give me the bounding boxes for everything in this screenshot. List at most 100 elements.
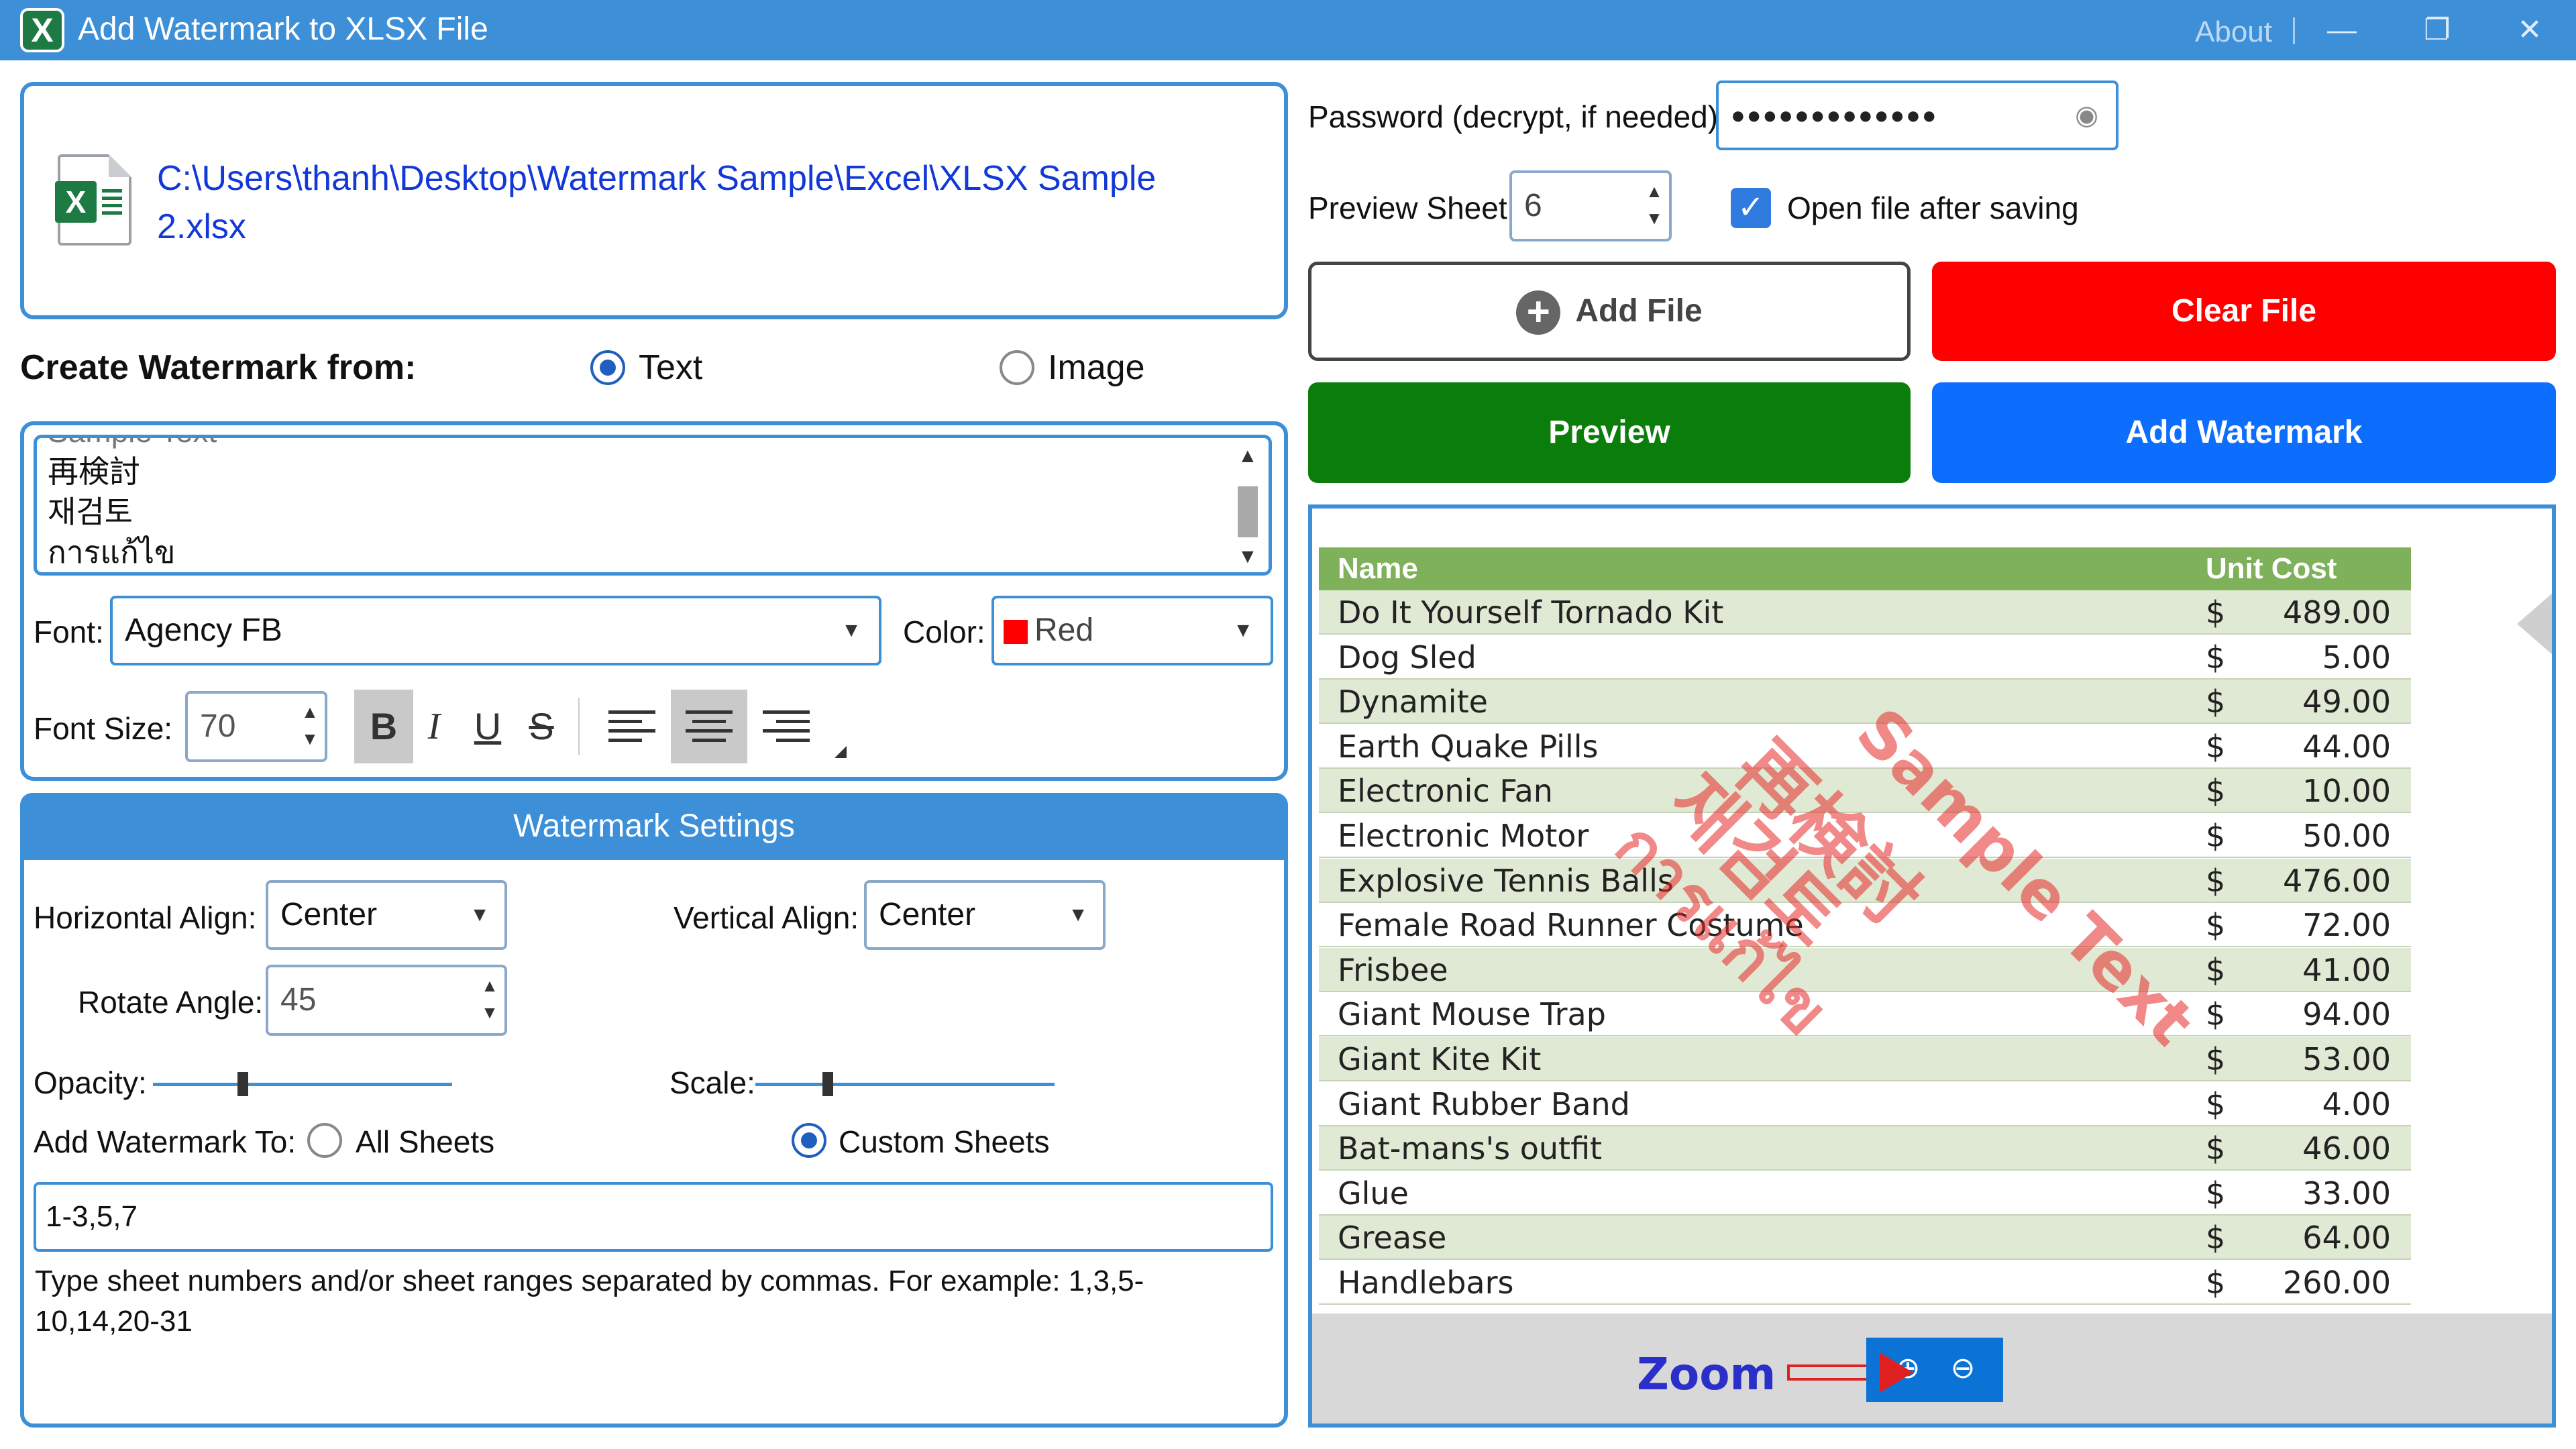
color-label: Color: (903, 614, 985, 649)
row-currency: $ (2206, 951, 2226, 988)
add-watermark-button[interactable]: Add Watermark (1932, 382, 2556, 483)
row-name: Giant Mouse Trap (1338, 996, 1606, 1033)
scroll-down-icon[interactable]: ▼ (1238, 545, 1258, 568)
all-sheets-radio[interactable] (307, 1123, 342, 1158)
custom-sheets-radio[interactable] (792, 1123, 826, 1158)
align-left-button[interactable] (600, 690, 664, 763)
preview-pane[interactable]: Name Unit Cost Do It Yourself Tornado Ki… (1308, 504, 2556, 1428)
row-name: Bat-mans's outfit (1338, 1130, 1603, 1167)
bold-icon: B (370, 705, 398, 747)
all-sheets-label[interactable]: All Sheets (356, 1123, 494, 1161)
collapse-arrow-icon[interactable] (2517, 589, 2552, 659)
sheet-range-hint: Type sheet numbers and/or sheet ranges s… (35, 1265, 1144, 1338)
clear-file-button[interactable]: Clear File (1932, 262, 2556, 361)
row-name: Electronic Motor (1338, 818, 1589, 854)
font-size-value: 70 (200, 708, 236, 744)
eye-icon[interactable]: ◉ (2075, 83, 2100, 148)
custom-sheets-label[interactable]: Custom Sheets (839, 1123, 1049, 1161)
table-row: Glue $33.00 (1319, 1171, 2411, 1216)
row-currency: $ (2206, 1220, 2226, 1256)
row-currency: $ (2206, 1041, 2226, 1077)
font-size-stepper[interactable]: 70 ▲ ▼ (185, 691, 327, 762)
excel-app-icon: X (20, 8, 64, 52)
close-icon: ✕ (2517, 13, 2542, 46)
rotate-angle-stepper[interactable]: 45 ▲ ▼ (266, 965, 507, 1036)
open-after-label[interactable]: Open file after saving (1787, 189, 2079, 227)
vertical-align-dropdown[interactable]: Center ▼ (864, 880, 1106, 950)
table-row: Giant Mouse Trap $94.00 (1319, 992, 2411, 1037)
xlsx-file-icon: X (55, 154, 131, 246)
strikethrough-icon: S (529, 705, 554, 747)
underline-button[interactable]: U (463, 690, 513, 763)
open-after-checkbox[interactable]: ✓ (1731, 188, 1771, 228)
minimize-icon: — (2327, 13, 2357, 46)
row-cost: 94.00 (2302, 996, 2391, 1033)
color-swatch (1004, 620, 1028, 644)
maximize-icon: ❐ (2424, 13, 2451, 46)
watermark-text-input[interactable]: Sample Text 再検討 재검토 การแก้ไข ▲ ▼ (34, 435, 1272, 576)
spin-up-icon[interactable]: ▲ (299, 702, 321, 722)
opacity-slider-thumb[interactable] (237, 1072, 248, 1096)
text-radio[interactable] (590, 350, 625, 385)
close-button[interactable]: ✕ (2500, 7, 2560, 54)
italic-button[interactable]: I (409, 690, 459, 763)
row-cost: 4.00 (2322, 1085, 2391, 1122)
spin-up-icon[interactable]: ▲ (479, 975, 500, 996)
row-cost: 49.00 (2302, 684, 2391, 720)
bold-button[interactable]: B (354, 690, 413, 763)
row-currency: $ (2206, 1265, 2226, 1301)
align-center-button[interactable] (671, 690, 747, 763)
row-cost: 5.00 (2322, 639, 2391, 676)
resize-grip-icon[interactable] (835, 746, 847, 758)
text-radio-label[interactable]: Text (639, 349, 702, 386)
row-name: Earth Quake Pills (1338, 728, 1599, 765)
row-currency: $ (2206, 907, 2226, 944)
preview-button[interactable]: Preview (1308, 382, 1911, 483)
maximize-button[interactable]: ❐ (2407, 7, 2467, 54)
table-row: Frisbee $41.00 (1319, 947, 2411, 992)
spin-down-icon[interactable]: ▼ (479, 1002, 500, 1022)
preview-sheet-stepper[interactable]: 6 ▲ ▼ (1509, 170, 1672, 241)
file-path: C:\Users\thanh\Desktop\Watermark Sample\… (157, 159, 1157, 246)
watermark-line-4: การแก้ไข (48, 535, 176, 570)
title-bar: X Add Watermark to XLSX File About — ❐ ✕ (0, 0, 2576, 60)
horizontal-align-dropdown[interactable]: Center ▼ (266, 880, 507, 950)
plus-circle-icon: + (1516, 290, 1561, 335)
strikethrough-button[interactable]: S (517, 690, 566, 763)
font-dropdown[interactable]: Agency FB ▼ (110, 596, 881, 665)
align-right-button[interactable] (754, 690, 818, 763)
table-row: Dynamite $49.00 (1319, 680, 2411, 724)
add-file-button[interactable]: + Add File (1308, 262, 1911, 361)
row-currency: $ (2206, 996, 2226, 1033)
font-size-label: Font Size: (34, 711, 173, 746)
settings-header: Watermark Settings (20, 793, 1288, 860)
zoom-out-icon[interactable]: ⊖ (1945, 1351, 1980, 1386)
image-radio[interactable] (1000, 350, 1034, 385)
password-field[interactable]: ●●●●●●●●●●●●● ◉ (1716, 80, 2118, 150)
spin-up-icon[interactable]: ▲ (1644, 181, 1665, 201)
spin-down-icon[interactable]: ▼ (1644, 208, 1665, 228)
about-link[interactable]: About (2195, 15, 2272, 50)
color-dropdown[interactable]: Red ▼ (991, 596, 1273, 665)
spin-down-icon[interactable]: ▼ (299, 729, 321, 749)
font-label: Font: (34, 614, 104, 649)
row-name: Dynamite (1338, 684, 1488, 720)
sheet-range-input[interactable]: 1-3,5,7 (34, 1182, 1273, 1252)
rotate-angle-value: 45 (280, 982, 317, 1018)
row-name: Dog Sled (1338, 639, 1477, 676)
create-from-label: Create Watermark from: (20, 348, 417, 387)
header-unit-cost: Unit Cost (2206, 552, 2337, 585)
row-cost: 10.00 (2302, 773, 2391, 810)
scale-slider-track[interactable] (755, 1083, 1055, 1086)
watermark-line-2: 再検討 (48, 454, 140, 489)
opacity-slider-track[interactable] (153, 1083, 452, 1086)
scroll-thumb[interactable] (1238, 486, 1258, 537)
sheet-lines (102, 189, 122, 216)
align-center-icon (686, 710, 733, 742)
minimize-button[interactable]: — (2312, 7, 2372, 54)
image-radio-label[interactable]: Image (1048, 349, 1145, 386)
chevron-down-icon: ▼ (841, 619, 861, 641)
add-watermark-label: Add Watermark (2125, 415, 2363, 450)
scale-slider-thumb[interactable] (822, 1072, 833, 1096)
scroll-up-icon[interactable]: ▲ (1238, 445, 1258, 468)
